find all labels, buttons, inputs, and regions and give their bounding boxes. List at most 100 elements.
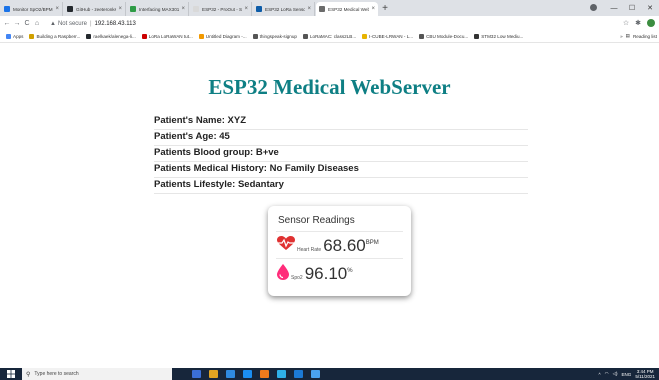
info-value: B+ve bbox=[255, 147, 279, 158]
taskbar-app-icon[interactable] bbox=[192, 370, 201, 378]
bookmark-label: LoRa LoRaWAN tut... bbox=[148, 34, 193, 39]
tab-favicon-icon bbox=[67, 6, 73, 12]
page-title: ESP32 Medical WebServer bbox=[208, 75, 451, 99]
heart-rate-label: Heart Rate bbox=[297, 247, 322, 253]
url-separator: | bbox=[89, 20, 92, 27]
bookmark-label: I-CUBE-LRWAN - L... bbox=[369, 34, 414, 39]
browser-tab[interactable]: GitHub - zeeteronks/esp32-× bbox=[64, 2, 126, 16]
sensor-readings-card: Sensor Readings Heart Rate 68.60 BPM Spo… bbox=[268, 206, 411, 296]
tab-close-icon[interactable]: × bbox=[181, 6, 185, 12]
browser-tab[interactable]: ESP32 - ProOut - StudioPieter× bbox=[190, 2, 252, 16]
browser-tab[interactable]: ESP32 LoRa Sensor Monitorin× bbox=[253, 2, 315, 16]
patient-info-row: Patients Lifestyle: Sedantary bbox=[154, 178, 528, 194]
minimize-button[interactable]: — bbox=[605, 5, 623, 12]
patient-info-row: Patient's Age: 45 bbox=[154, 130, 528, 146]
bookmark-item[interactable]: LoRa LoRaWAN tut... bbox=[141, 34, 193, 39]
bookmark-label: Apps bbox=[13, 34, 24, 39]
tab-close-icon[interactable]: × bbox=[307, 6, 311, 12]
taskbar-apps bbox=[192, 370, 320, 378]
network-icon[interactable]: ◠ bbox=[605, 371, 609, 377]
bookmark-label: Building a Raspberr... bbox=[36, 34, 81, 39]
browser-tab[interactable]: ESP32 Medical WebServer× bbox=[316, 2, 378, 16]
taskbar-search-input[interactable]: ⚲ Type here to search bbox=[22, 368, 172, 380]
tab-favicon-icon bbox=[319, 6, 325, 12]
tray-chevron-icon[interactable]: ^ bbox=[599, 372, 601, 377]
taskbar-app-icon[interactable] bbox=[260, 370, 269, 378]
bookmark-label: STM32 Low Mediu... bbox=[481, 34, 524, 39]
bookmark-item[interactable]: Apps bbox=[6, 34, 23, 39]
taskbar-app-icon[interactable] bbox=[311, 370, 320, 378]
bookmark-item[interactable]: Untitled Diagram -... bbox=[198, 34, 247, 39]
home-icon[interactable]: ⌂ bbox=[32, 20, 42, 27]
warning-triangle-icon: ▲ bbox=[50, 20, 56, 27]
card-divider bbox=[276, 231, 403, 232]
browser-tab[interactable]: Interfacing MAX30100 Pulse× bbox=[127, 2, 189, 16]
tab-close-icon[interactable]: × bbox=[244, 6, 248, 12]
extension-globe-icon[interactable] bbox=[647, 19, 655, 27]
windows-logo-icon bbox=[7, 370, 15, 378]
security-indicator[interactable]: ▲ Not secure bbox=[50, 21, 87, 27]
patient-info-row: Patients Blood group: B+ve bbox=[154, 146, 528, 162]
search-placeholder: Type here to search bbox=[34, 371, 79, 377]
taskbar-app-icon[interactable] bbox=[226, 370, 235, 378]
browser-tab[interactable]: Monitor SpO2/BPM with ESP× bbox=[1, 2, 63, 16]
spo2-reading: Spo2 96.10 % bbox=[277, 264, 353, 285]
security-label: Not secure bbox=[57, 20, 87, 27]
bookmark-favicon-icon bbox=[29, 34, 35, 39]
info-value: No Family Diseases bbox=[269, 163, 359, 174]
clock[interactable]: 3:44 PM 5/11/2021 bbox=[635, 369, 655, 379]
bookmark-item[interactable]: LoRaMAC: class2LB... bbox=[302, 34, 356, 39]
taskbar-app-icon[interactable] bbox=[243, 370, 252, 378]
bookmark-item[interactable]: I-CUBE-LRWAN - L... bbox=[362, 34, 413, 39]
address-bar: ← → C ⌂ ▲ Not secure | 192.168.43.113 ☆ … bbox=[0, 16, 659, 31]
tab-close-icon[interactable]: × bbox=[118, 6, 122, 12]
bookmark-star-icon[interactable]: ☆ bbox=[623, 19, 629, 27]
taskbar-app-icon[interactable] bbox=[209, 370, 218, 378]
drop-icon bbox=[277, 264, 289, 285]
start-button[interactable] bbox=[0, 368, 22, 380]
patient-info-row: Patient's Name: XYZ bbox=[154, 114, 528, 130]
taskbar-app-icon[interactable] bbox=[294, 370, 303, 378]
search-icon: ⚲ bbox=[26, 371, 31, 378]
more-bookmarks-icon[interactable]: » bbox=[620, 34, 623, 39]
volume-icon[interactable]: ◁) bbox=[613, 371, 618, 377]
bookmark-item[interactable]: thingspeak-signup bbox=[252, 34, 297, 39]
url-input[interactable]: 192.168.43.113 bbox=[95, 21, 136, 27]
new-tab-button[interactable]: + bbox=[378, 2, 392, 16]
info-label: Patients Blood group: bbox=[154, 147, 256, 158]
bookmark-item[interactable]: raelkaek/alenega-li... bbox=[86, 34, 136, 39]
bookmark-favicon-icon bbox=[474, 34, 480, 39]
spo2-label: Spo2 bbox=[291, 275, 303, 281]
tab-close-icon[interactable]: × bbox=[371, 6, 375, 12]
bookmark-label: Untitled Diagram -... bbox=[205, 34, 247, 39]
tab-close-icon[interactable]: × bbox=[55, 6, 59, 12]
tab-title: Interfacing MAX30100 Pulse bbox=[139, 6, 180, 12]
tab-favicon-icon bbox=[4, 6, 10, 12]
tab-title: Monitor SpO2/BPM with ESP bbox=[13, 6, 53, 12]
taskbar-app-icon[interactable] bbox=[277, 370, 286, 378]
close-window-button[interactable]: ✕ bbox=[641, 4, 659, 12]
profile-avatar-icon[interactable] bbox=[590, 4, 597, 11]
heart-rate-unit: BPM bbox=[365, 240, 379, 246]
bookmark-item[interactable]: STM32 Low Mediu... bbox=[474, 34, 523, 39]
maximize-button[interactable]: ☐ bbox=[623, 4, 641, 12]
language-indicator[interactable]: ENG bbox=[622, 372, 632, 377]
heartbeat-icon bbox=[277, 236, 295, 256]
back-arrow-icon[interactable]: ← bbox=[2, 20, 12, 27]
forward-arrow-icon[interactable]: → bbox=[12, 20, 22, 27]
spo2-value: 96.10 bbox=[304, 264, 348, 283]
windows-taskbar: ⚲ Type here to search ^ ◠ ◁) ENG 3:44 PM… bbox=[0, 368, 659, 380]
bookmark-item[interactable]: CBU Module-Docu... bbox=[419, 34, 468, 39]
info-label: Patient's Age: bbox=[154, 131, 220, 142]
bookmark-label: thingspeak-signup bbox=[259, 34, 297, 39]
heart-rate-reading: Heart Rate 68.60 BPM bbox=[277, 236, 379, 256]
heart-rate-value: 68.60 bbox=[323, 236, 366, 255]
extensions-icon[interactable]: ✱ bbox=[635, 19, 641, 27]
reload-icon[interactable]: C bbox=[22, 20, 32, 27]
bookmark-label: CBU Module-Docu... bbox=[426, 34, 469, 39]
reading-list-button[interactable]: » ▤ Reading list bbox=[620, 33, 657, 39]
info-value: 45 bbox=[219, 131, 230, 142]
bookmark-item[interactable]: Building a Raspberr... bbox=[29, 34, 80, 39]
spo2-unit: % bbox=[347, 268, 353, 274]
clock-date: 5/11/2021 bbox=[635, 374, 655, 379]
